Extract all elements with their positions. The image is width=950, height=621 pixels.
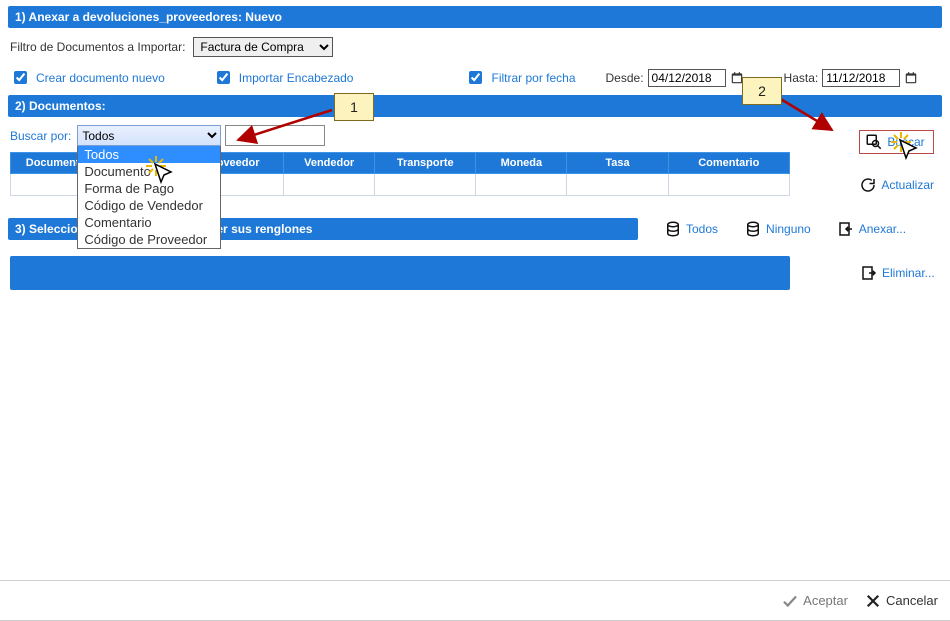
db-icon xyxy=(744,220,762,238)
anexar-button[interactable]: Anexar... xyxy=(837,220,906,238)
search-option-codigo-vendedor[interactable]: Código de Vendedor xyxy=(78,197,220,214)
actualizar-button[interactable]: Actualizar xyxy=(859,176,934,194)
search-dropdown: Todos Documento Forma de Pago Código de … xyxy=(77,146,221,249)
importar-encabezado-checkbox[interactable] xyxy=(217,71,230,84)
anexar-label: Anexar... xyxy=(859,222,906,236)
ninguno-label: Ninguno xyxy=(766,222,811,236)
export-icon xyxy=(860,264,878,282)
section1-title: 1) Anexar a devoluciones_proveedores: Nu… xyxy=(15,10,282,24)
refresh-icon xyxy=(859,176,877,194)
todos-button[interactable]: Todos xyxy=(664,220,718,238)
side-actions: Buscar Actualizar xyxy=(859,130,934,216)
importar-encabezado-label[interactable]: Importar Encabezado xyxy=(239,71,354,85)
eliminar-label: Eliminar... xyxy=(882,266,935,280)
section2-header: 2) Documentos: xyxy=(8,95,942,117)
aceptar-label: Aceptar xyxy=(803,593,848,608)
filtrar-fecha-checkbox[interactable] xyxy=(469,71,482,84)
actualizar-label: Actualizar xyxy=(881,178,934,192)
search-option-comentario[interactable]: Comentario xyxy=(78,214,220,231)
search-input[interactable] xyxy=(225,125,325,146)
ninguno-button[interactable]: Ninguno xyxy=(744,220,811,238)
col-moneda[interactable]: Moneda xyxy=(476,153,567,174)
hasta-label: Hasta: xyxy=(784,71,819,85)
calendar-icon[interactable] xyxy=(730,71,744,85)
close-icon xyxy=(864,592,882,610)
section2-title: 2) Documentos: xyxy=(15,99,106,113)
renglones-panel xyxy=(10,256,790,290)
filter-row: Filtro de Documentos a Importar: Factura… xyxy=(8,32,942,66)
eliminar-button[interactable]: Eliminar... xyxy=(860,264,935,282)
aceptar-button[interactable]: Aceptar xyxy=(781,592,848,610)
calendar-icon[interactable] xyxy=(904,71,918,85)
search-icon xyxy=(865,133,883,151)
desde-input[interactable] xyxy=(648,69,726,87)
desde-label: Desde: xyxy=(606,71,644,85)
filter-label: Filtro de Documentos a Importar: xyxy=(10,40,185,54)
filter-select[interactable]: Factura de Compra xyxy=(193,37,333,57)
check-icon xyxy=(781,592,799,610)
search-option-todos[interactable]: Todos xyxy=(78,146,220,163)
search-row: Buscar por: Todos Todos Documento Forma … xyxy=(8,121,942,152)
db-icon xyxy=(664,220,682,238)
col-transporte[interactable]: Transporte xyxy=(375,153,476,174)
buscar-label: Buscar xyxy=(887,135,924,149)
col-comentario[interactable]: Comentario xyxy=(668,153,789,174)
search-option-codigo-proveedor[interactable]: Código de Proveedor xyxy=(78,231,220,248)
cancelar-label: Cancelar xyxy=(886,593,938,608)
search-option-forma-pago[interactable]: Forma de Pago xyxy=(78,180,220,197)
options-row: Crear documento nuevo Importar Encabezad… xyxy=(8,66,942,95)
filtrar-fecha-label[interactable]: Filtrar por fecha xyxy=(491,71,575,85)
col-vendedor[interactable]: Vendedor xyxy=(284,153,375,174)
hasta-input[interactable] xyxy=(822,69,900,87)
col-tasa[interactable]: Tasa xyxy=(567,153,668,174)
cancelar-button[interactable]: Cancelar xyxy=(864,592,938,610)
import-icon xyxy=(837,220,855,238)
todos-label: Todos xyxy=(686,222,718,236)
dialog-footer: Aceptar Cancelar xyxy=(0,580,950,620)
search-select[interactable]: Todos xyxy=(77,125,221,146)
section1-header: 1) Anexar a devoluciones_proveedores: Nu… xyxy=(8,6,942,28)
search-option-documento[interactable]: Documento xyxy=(78,163,220,180)
buscar-button[interactable]: Buscar xyxy=(859,130,934,154)
crear-nuevo-label[interactable]: Crear documento nuevo xyxy=(36,71,165,85)
crear-nuevo-checkbox[interactable] xyxy=(14,71,27,84)
search-label: Buscar por: xyxy=(10,129,71,143)
